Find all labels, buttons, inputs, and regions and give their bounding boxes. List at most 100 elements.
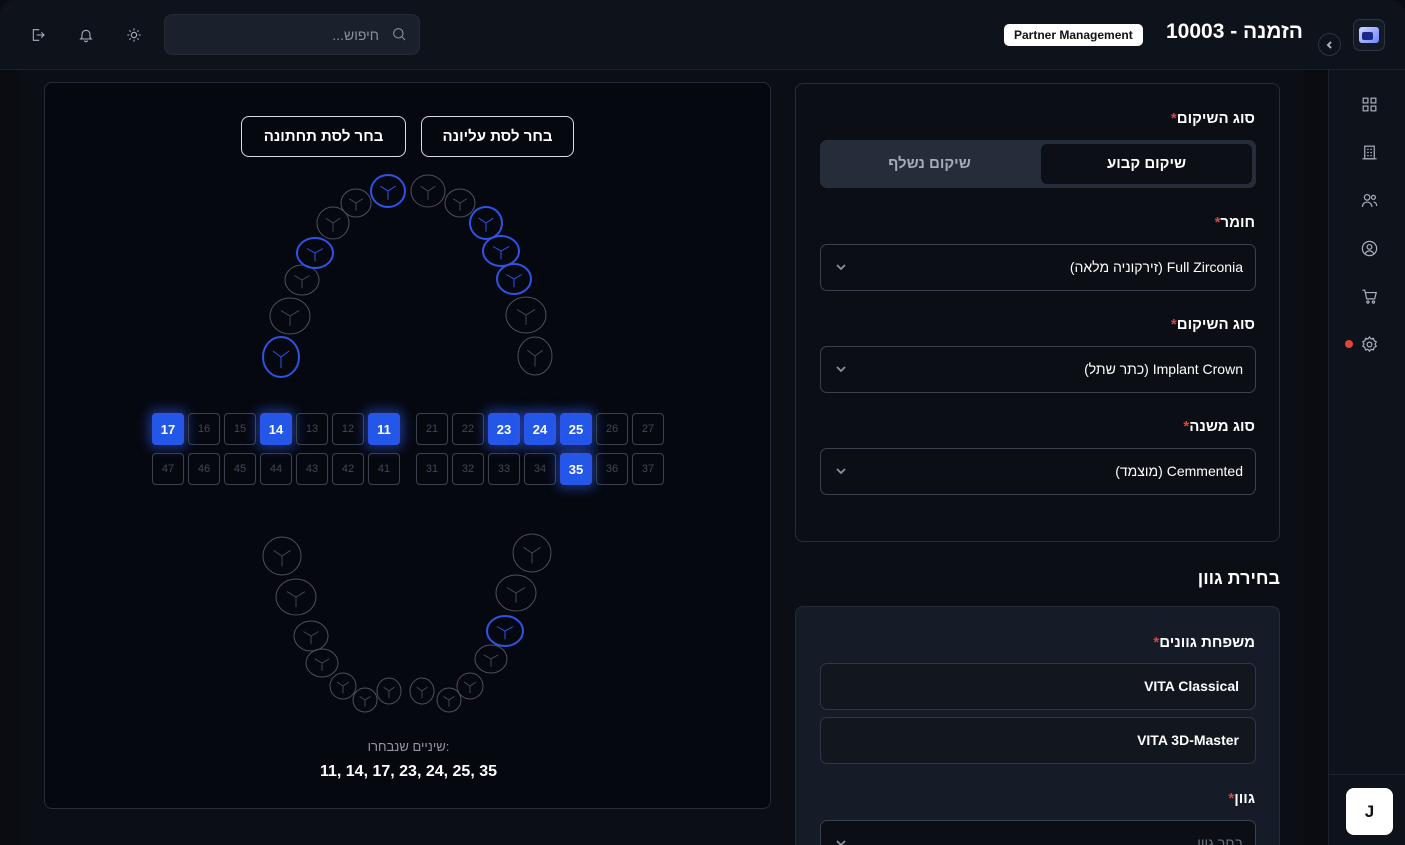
- arch-tooth-33[interactable]: [456, 672, 484, 700]
- dashboard-icon[interactable]: [1356, 91, 1382, 117]
- tooth-22[interactable]: 22: [452, 413, 484, 445]
- tooth-15[interactable]: 15: [224, 413, 256, 445]
- arch-tooth-44[interactable]: [305, 648, 339, 678]
- secondary-type-value: Cemmented (מוצמד): [1115, 463, 1243, 479]
- tooth-12[interactable]: 12: [332, 413, 364, 445]
- arch-tooth-21[interactable]: [410, 174, 446, 208]
- arch-tooth-22[interactable]: [444, 188, 476, 218]
- tooth-37[interactable]: 37: [632, 453, 664, 485]
- tooth-46[interactable]: 46: [188, 453, 220, 485]
- tooth-35[interactable]: 35: [560, 453, 592, 485]
- arch-tooth-26[interactable]: [505, 296, 547, 334]
- arch-tooth-17[interactable]: [262, 336, 300, 378]
- tooth-43[interactable]: 43: [296, 453, 328, 485]
- building-icon[interactable]: [1356, 139, 1382, 165]
- teeth-selection-panel: בחר לסת עליונה בחר לסת תחתונה 17 16 15 14 13…: [44, 82, 771, 809]
- arch-tooth-11[interactable]: [370, 174, 406, 208]
- arch-tooth-45[interactable]: [293, 620, 329, 652]
- restoration-type-toggle: שיקום קבוע שיקום נשלף: [820, 140, 1256, 188]
- collapse-sidebar-button[interactable]: [1318, 33, 1341, 56]
- chevron-left-icon: [1326, 40, 1332, 49]
- user-circle-icon[interactable]: [1356, 235, 1382, 261]
- app-window: Partner Management הזמנה - 10003 J סוג ה…: [0, 0, 1405, 845]
- tooth-23[interactable]: 23: [488, 413, 520, 445]
- arch-tooth-23[interactable]: [469, 206, 503, 240]
- secondary-type-select[interactable]: Cemmented (מוצמד): [820, 448, 1256, 495]
- avatar[interactable]: J: [1346, 788, 1393, 835]
- bell-icon[interactable]: [72, 21, 100, 49]
- chevron-down-icon: [835, 260, 849, 274]
- cart-icon[interactable]: [1356, 283, 1382, 309]
- arch-tooth-35[interactable]: [486, 615, 524, 647]
- chevron-down-icon: [835, 362, 849, 376]
- tooth-27[interactable]: 27: [632, 413, 664, 445]
- chevron-down-icon: [835, 836, 849, 845]
- secondary-type-label: סוג משנה*: [1183, 418, 1255, 435]
- chevron-down-icon: [835, 464, 849, 478]
- tooth-36[interactable]: 36: [596, 453, 628, 485]
- shade-option-vita-3d-master[interactable]: VITA 3D-Master: [820, 717, 1256, 764]
- arch-tooth-34[interactable]: [474, 644, 508, 674]
- restoration-subtype-select[interactable]: Implant Crown (כתר שתל): [820, 346, 1256, 393]
- arch-tooth-25[interactable]: [496, 263, 532, 295]
- partner-badge: Partner Management: [1004, 24, 1143, 46]
- arch-tooth-42[interactable]: [352, 687, 378, 713]
- arch-tooth-31[interactable]: [409, 677, 435, 705]
- arch-tooth-47[interactable]: [262, 536, 302, 576]
- arch-tooth-37[interactable]: [512, 533, 552, 573]
- material-value: Full Zirconia (זירקוניה מלאה): [1069, 259, 1243, 275]
- shade-option-vita-classical[interactable]: VITA Classical: [820, 663, 1256, 710]
- arch-tooth-43[interactable]: [329, 672, 357, 700]
- tooth-16[interactable]: 16: [188, 413, 220, 445]
- tooth-26[interactable]: 26: [596, 413, 628, 445]
- arch-tooth-24[interactable]: [482, 235, 520, 267]
- tooth-32[interactable]: 32: [452, 453, 484, 485]
- tooth-33[interactable]: 33: [488, 453, 520, 485]
- arch-tooth-27[interactable]: [517, 336, 553, 376]
- tooth-13[interactable]: 13: [296, 413, 328, 445]
- arch-tooth-15[interactable]: [284, 264, 320, 296]
- material-select[interactable]: Full Zirconia (זירקוניה מלאה): [820, 244, 1256, 291]
- arch-tooth-36[interactable]: [495, 574, 537, 612]
- arch-tooth-32[interactable]: [436, 687, 462, 713]
- search-icon: [391, 26, 409, 44]
- restoration-subtype-label: סוג השיקום*: [1170, 316, 1255, 333]
- tooth-17[interactable]: 17: [152, 413, 184, 445]
- tooth-44[interactable]: 44: [260, 453, 292, 485]
- tooth-25[interactable]: 25: [560, 413, 592, 445]
- shade-color-label: גוון*: [1228, 790, 1255, 807]
- tooth-42[interactable]: 42: [332, 453, 364, 485]
- tooth-21[interactable]: 21: [416, 413, 448, 445]
- dental-arch-diagram: [262, 174, 553, 713]
- arch-tooth-12[interactable]: [340, 188, 372, 218]
- users-icon[interactable]: [1356, 187, 1382, 213]
- arch-tooth-46[interactable]: [275, 578, 317, 616]
- search-box: [164, 14, 420, 55]
- tooth-47[interactable]: 47: [152, 453, 184, 485]
- tooth-45[interactable]: 45: [224, 453, 256, 485]
- tooth-34[interactable]: 34: [524, 453, 556, 485]
- sun-icon[interactable]: [120, 21, 148, 49]
- app-logo[interactable]: [1353, 19, 1385, 51]
- tooth-24[interactable]: 24: [524, 413, 556, 445]
- shade-color-select[interactable]: בחר גוון: [820, 820, 1256, 845]
- fixed-restoration-tab[interactable]: שיקום קבוע: [1041, 144, 1252, 184]
- tooth-31[interactable]: 31: [416, 453, 448, 485]
- logout-icon[interactable]: [24, 21, 52, 49]
- selected-teeth-label: שיניים שנבחרו:: [367, 739, 450, 754]
- gear-icon[interactable]: [1356, 331, 1382, 357]
- arch-tooth-16[interactable]: [269, 297, 311, 335]
- arch-tooth-41[interactable]: [376, 677, 402, 705]
- shade-color-placeholder: בחר גוון: [1197, 835, 1243, 845]
- removable-restoration-tab[interactable]: שיקום נשלף: [824, 144, 1035, 184]
- shade-family-label: משפחת גוונים*: [1153, 634, 1255, 651]
- restoration-type-label: סוג השיקום*: [1170, 110, 1255, 127]
- arch-tooth-14[interactable]: [296, 237, 334, 269]
- tooth-41[interactable]: 41: [368, 453, 400, 485]
- search-input[interactable]: [179, 15, 379, 54]
- restoration-subtype-value: Implant Crown (כתר שתל): [1084, 361, 1243, 377]
- tooth-14[interactable]: 14: [260, 413, 292, 445]
- tooth-11[interactable]: 11: [368, 413, 400, 445]
- shade-section-title: בחירת גוון: [1197, 568, 1280, 588]
- selected-teeth-list: 11, 14, 17, 23, 24, 25, 35: [319, 763, 498, 780]
